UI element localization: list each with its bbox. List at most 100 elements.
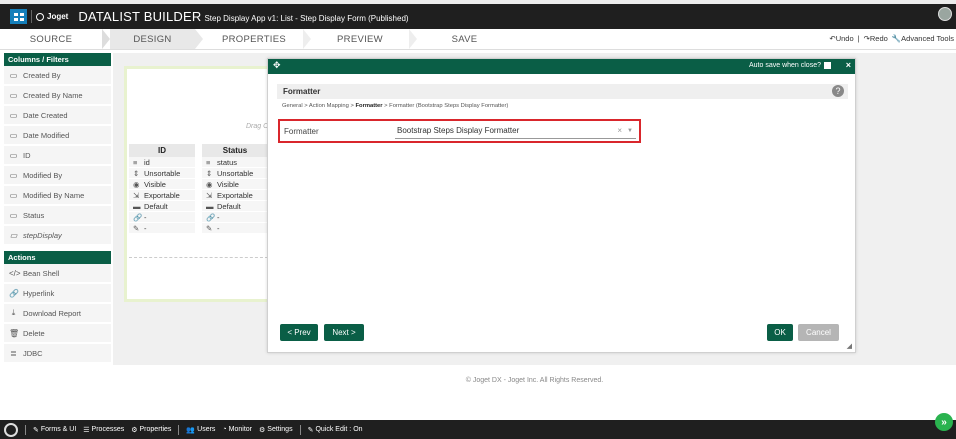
tab-save[interactable]: SAVE [417, 29, 512, 49]
palette-column-item[interactable]: ▭ Modified By [4, 166, 111, 185]
actions-list: </> Bean Shell 🔗 Hyperlink ⤓ Download Report 🗑… [4, 264, 111, 363]
tab-design[interactable]: DESIGN [110, 29, 195, 49]
joget-admin-logo-icon[interactable] [4, 422, 18, 437]
breadcrumb-current: Formatter [355, 103, 383, 109]
expand-admin-bar-button[interactable]: » [935, 413, 953, 431]
columns-filters-header: Columns / Filters [4, 53, 111, 66]
trash-icon: 🗑 [9, 328, 20, 338]
move-icon[interactable]: ✥ [273, 60, 281, 71]
copyright-text: © Joget DX - Joget Inc. All Rights Reser… [465, 377, 604, 384]
palette-action-item[interactable]: 🔗 Hyperlink [4, 284, 111, 303]
apps-grid-button[interactable] [10, 9, 27, 24]
table-icon: ▭ [9, 70, 18, 80]
joget-logo-icon [36, 12, 44, 21]
sortable-icon: ⇕ [206, 169, 213, 178]
edit-icon: ✎ [133, 224, 140, 233]
table-icon: ▭ [9, 230, 18, 240]
cancel-button[interactable]: Cancel [798, 324, 839, 341]
palette-column-item-label: ID [23, 150, 31, 160]
admin-bar-divider [178, 424, 180, 435]
tab-preview[interactable]: PREVIEW [311, 29, 409, 49]
column-property-row: ✎ - [202, 223, 268, 234]
help-icon[interactable]: ? [832, 85, 844, 97]
next-button[interactable]: Next > [324, 324, 364, 341]
palette-column-item[interactable]: ▭ Modified By Name [4, 186, 111, 205]
resize-handle-icon[interactable]: ◢ [847, 342, 852, 350]
palette-column-item[interactable]: ▭ stepDisplay [4, 226, 111, 245]
admin-bar-divider [25, 424, 26, 435]
palette-action-item[interactable]: </> Bean Shell [4, 264, 111, 283]
dialog-titlebar[interactable]: ✥ Auto save when close? × [268, 59, 855, 74]
admin-processes[interactable]: ☰ Processes [83, 426, 124, 434]
palette-action-item[interactable]: ⤓ Download Report [4, 304, 111, 323]
gears-icon: ⚙ [259, 426, 266, 434]
datalist-column[interactable]: ID ≡ id ⇕ Unsortable ◉ Visible ⇲ Exportable ▬ Defa… [129, 144, 195, 234]
advanced-tools-button[interactable]: 🔧Advanced Tools [892, 34, 954, 43]
palette-column-item[interactable]: ▭ Status [4, 206, 111, 225]
prev-button[interactable]: < Prev [280, 324, 318, 341]
admin-forms-ui-label: Forms & UI [40, 426, 77, 433]
palette-column-item-label: Modified By Name [23, 190, 85, 200]
wrench-icon: 🔧 [891, 34, 902, 43]
column-property-value: id [144, 158, 150, 167]
palette-column-item-label: Date Modified [23, 130, 70, 140]
palette-column-item[interactable]: ▭ Created By [4, 66, 111, 85]
column-property-row: ⇲ Exportable [202, 190, 268, 201]
admin-monitor[interactable]: ◔ Monitor [222, 426, 252, 433]
palette-action-item[interactable]: ≣ JDBC [4, 344, 111, 363]
close-icon[interactable]: × [846, 60, 851, 70]
admin-monitor-label: Monitor [228, 426, 252, 433]
admin-settings[interactable]: ⚙ Settings [259, 426, 293, 434]
breadcrumb-tail: > Formatter (Bootstrap Steps Display For… [382, 103, 509, 109]
builder-subtitle: Step Display App v1: List - Step Display… [204, 13, 409, 23]
column-property-value: Default [217, 202, 241, 211]
visible-icon: ◉ [133, 180, 140, 189]
link-icon: 🔗 [133, 213, 143, 222]
redo-button[interactable]: ↷Redo [864, 34, 888, 43]
header-divider [31, 10, 32, 23]
datalist-column[interactable]: Status ≡ status ⇕ Unsortable ◉ Visible ⇲ Exporta… [202, 144, 268, 234]
joget-logo[interactable]: Joget [36, 12, 68, 21]
list-icon: ☰ [83, 426, 90, 434]
palette-column-item[interactable]: ▭ Created By Name [4, 86, 111, 105]
clear-selection-icon[interactable]: × [617, 124, 622, 138]
palette-action-item[interactable]: 🗑 Delete [4, 324, 111, 343]
format-icon: ▬ [133, 202, 141, 211]
top-header: Joget DATALIST BUILDER Step Display App … [0, 0, 956, 29]
breadcrumb: General > Action Mapping > Formatter > F… [282, 103, 508, 109]
tab-properties[interactable]: PROPERTIES [205, 29, 303, 49]
palette-column-item-label: Modified By [23, 170, 63, 180]
chevron-right-icon [409, 29, 417, 49]
admin-properties[interactable]: ⚙ Properties [131, 426, 171, 434]
exportable-icon: ⇲ [133, 191, 140, 200]
palette-column-item[interactable]: ▭ Date Created [4, 106, 111, 125]
redo-label: Redo [869, 34, 888, 43]
autosave-option[interactable]: Auto save when close? [749, 62, 831, 69]
avatar[interactable] [938, 7, 952, 21]
tab-source[interactable]: SOURCE [0, 29, 102, 49]
palette-panel: Columns / Filters ▭ Created By ▭ Created By… [4, 53, 111, 365]
column-property-value: Exportable [144, 191, 180, 200]
name-icon: ≡ [206, 158, 211, 167]
formatter-select[interactable]: Bootstrap Steps Display Formatter × ▼ [395, 124, 636, 139]
double-chevron-right-icon: » [941, 416, 947, 428]
column-property-row: ▬ Default [129, 201, 195, 212]
drag-hint: Drag C [246, 123, 269, 130]
admin-forms-ui[interactable]: ✎ Forms & UI [33, 426, 76, 434]
admin-quick-edit[interactable]: ✎ Quick Edit : On [308, 426, 363, 434]
admin-users[interactable]: 👥 Users [186, 426, 215, 434]
autosave-checkbox[interactable] [824, 62, 831, 69]
admin-properties-label: Properties [139, 426, 172, 433]
ok-button[interactable]: OK [767, 324, 793, 341]
undo-button[interactable]: ↶Undo [829, 34, 853, 43]
palette-column-item[interactable]: ▭ Date Modified [4, 126, 111, 145]
dropdown-caret-icon[interactable]: ▼ [627, 124, 633, 138]
column-property-value: status [217, 158, 238, 167]
column-property-value: Unsortable [217, 169, 254, 178]
palette-column-item[interactable]: ▭ ID [4, 146, 111, 165]
columns-list: ▭ Created By ▭ Created By Name ▭ Date Created… [4, 66, 111, 245]
column-property-row: ▬ Default [202, 201, 268, 212]
table-icon: ▭ [9, 90, 18, 100]
palette-column-item-label: Status [23, 210, 45, 220]
column-property-row: ≡ status [202, 157, 268, 168]
